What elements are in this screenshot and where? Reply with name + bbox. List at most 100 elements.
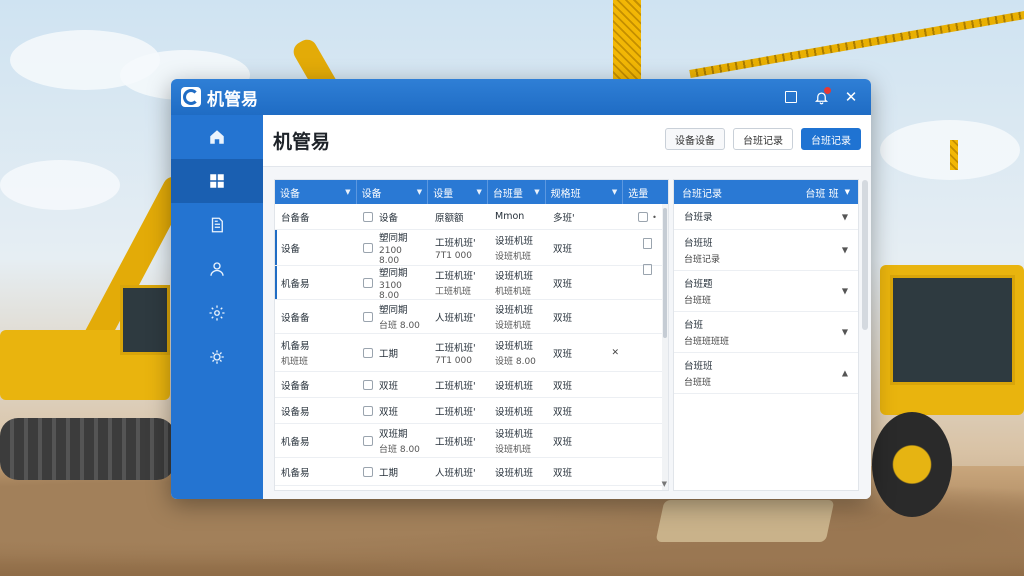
chevron-icon[interactable]: ▼ [842, 328, 848, 337]
page-title: 机管易 [273, 131, 331, 153]
chevron-icon[interactable]: ▼ [842, 212, 848, 221]
table-cell: 塑同期 2100 8.00 [357, 230, 429, 266]
table-cell: 设班机班 [495, 467, 534, 479]
table-cell: 双班 [553, 436, 573, 448]
table-row[interactable]: 设备备 塑同期 台班 8.00 人班机班' 设班机班 设班机班 双班 [275, 300, 668, 334]
table-body: 台备备 设备 原额额 Mmon 多班' 设备 塑同期 2100 8.00 工班机班' 7T1 00… [275, 204, 668, 486]
table-cell: 塑同期 3100 8.00 [357, 266, 429, 301]
sidebar-item-home[interactable] [171, 115, 263, 159]
column-header[interactable]: 设备 ▼ [275, 180, 357, 204]
table-row[interactable]: 机备易 机班班 工期 工班机班' 7T1 000 设班机班 设班 8.00 双班 ✕ [275, 334, 668, 372]
column-header[interactable]: 台班量 ▼ [488, 180, 546, 204]
user-icon [210, 262, 224, 276]
row-checkbox[interactable] [363, 347, 373, 358]
title-bar: 机管易 ✕ [171, 79, 871, 115]
column-header[interactable]: 设备 ▼ [357, 180, 429, 204]
chevron-icon[interactable]: ▼ [842, 246, 848, 255]
sidebar-item-settings[interactable] [171, 291, 263, 335]
row-checkbox[interactable] [363, 311, 373, 322]
shift-records-button[interactable]: 台班记录 [733, 128, 793, 150]
shield-logo-icon [181, 87, 201, 107]
table-cell: 机备易 [281, 278, 310, 290]
table-cell: 设备 [357, 204, 429, 229]
settings-icon [210, 350, 224, 364]
panel-item[interactable]: 台班题 台班班 ▼ [674, 271, 858, 312]
shift-records-primary-button[interactable]: 台班记录 [801, 128, 861, 150]
table-cell: Mmon [495, 211, 525, 222]
row-checkbox[interactable] [363, 435, 373, 446]
sidebar-item-dashboard[interactable] [171, 159, 263, 203]
table-cell: 机备易 [281, 436, 310, 448]
panel-item[interactable]: 台班录 ▼ [674, 204, 858, 230]
column-header[interactable]: 规格班 ▼ [546, 180, 624, 204]
table-cell: 设班机班 设班机班 [495, 305, 534, 331]
shift-records-panel: 台班记录 台班 班 ▼ 台班录 ▼ 台班班 台班记录 ▼ 台班题 台班班 ▼ 台班 台班班班班 ▼ 台班… [673, 179, 868, 491]
scroll-down-icon[interactable]: ▼ [662, 480, 667, 488]
table-row[interactable]: 设备备 双班 工班机班' 设班机班 双班 [275, 372, 668, 398]
table-row[interactable]: 机备易 双班期 台班 8.00 工班机班' 设班机班 设班机班 双班 [275, 424, 668, 458]
table-cell: 多班' [553, 212, 575, 224]
chevron-down-icon: ▼ [534, 188, 540, 196]
table-cell: 工班机班' [435, 436, 476, 448]
table-row[interactable]: 机备易 塑同期 3100 8.00 工班机班' 工班机班 设班机班 机班机班 双班 [275, 266, 668, 301]
table-cell: 设班机班 机班机班 [495, 271, 534, 297]
table-cell: 工班机班' 工班机班 [435, 271, 476, 297]
chevron-icon[interactable]: ▼ [842, 287, 848, 296]
table-cell: 双班 [553, 406, 573, 418]
panel-item[interactable]: 台班 台班班班班 ▼ [674, 312, 858, 353]
sidebar-item-documents[interactable] [171, 203, 263, 247]
table-scrollbar[interactable] [662, 204, 668, 490]
table-row[interactable]: 设备 塑同期 2100 8.00 工班机班' 7T1 000 设班机班 设班机班 双班 [275, 230, 668, 266]
chevron-icon[interactable]: ▲ [842, 369, 848, 378]
table-row[interactable]: 台备备 设备 原额额 Mmon 多班' [275, 204, 668, 230]
panel-item[interactable]: 台班班 台班记录 ▼ [674, 230, 858, 271]
close-icon[interactable]: ✕ [611, 348, 619, 358]
row-checkbox[interactable] [363, 405, 373, 416]
app-name: 机管易 [207, 89, 258, 110]
table-cell: 机备易 [281, 467, 310, 479]
column-header[interactable]: 设量 ▼ [428, 180, 488, 204]
panel-item[interactable]: 台班班 台班班 ▲ [674, 353, 858, 394]
bell-icon[interactable] [809, 85, 833, 109]
table-cell: 双班期 台班 8.00 [357, 424, 429, 457]
table-cell: 原额额 [435, 212, 464, 224]
table-row[interactable]: 机备易 工期 人班机班' 设班机班 双班 [275, 458, 668, 486]
chevron-down-icon: ▼ [844, 188, 850, 196]
table-cell: 双班 [357, 398, 429, 423]
sidebar-item-users[interactable] [171, 247, 263, 291]
equipment-settings-button[interactable]: 设备设备 [665, 128, 725, 150]
panel-filter-dropdown[interactable]: 台班 班 ▼ [805, 185, 850, 200]
table-cell: 设备备 [281, 312, 310, 324]
table-cell: 工班机班' 7T1 000 [435, 237, 476, 261]
sidebar-item-config[interactable] [171, 335, 263, 379]
row-checkbox[interactable] [363, 211, 373, 222]
chevron-down-icon: ▼ [611, 188, 618, 196]
table-cell: 工班机班' [435, 380, 476, 392]
panel-scrollbar[interactable] [862, 180, 868, 330]
table-cell: 设备易 [281, 406, 310, 418]
panel-title: 台班记录 [682, 188, 722, 200]
chevron-down-icon: ▼ [345, 188, 351, 196]
home-icon [210, 130, 224, 144]
column-header[interactable]: 选量 [623, 180, 668, 204]
row-checkbox[interactable] [363, 277, 373, 288]
row-checkbox[interactable] [363, 242, 373, 253]
table-row[interactable]: 设备易 双班 工班机班' 设班机班 双班 [275, 398, 668, 424]
panel-list: 台班录 ▼ 台班班 台班记录 ▼ 台班题 台班班 ▼ 台班 台班班班班 ▼ 台班班 台班班 ▲ [674, 204, 858, 394]
maximize-icon[interactable] [779, 85, 803, 109]
close-icon[interactable]: ✕ [839, 85, 863, 109]
row-checkbox[interactable] [363, 379, 373, 390]
document-icon [211, 217, 223, 233]
table-cell: 设班机班 [495, 380, 534, 392]
table-cell: 工班机班' 7T1 000 [435, 342, 476, 366]
app-window: 机管易 ✕ 机管易 设备设备 台班记录 台班记录 设备 ▼ 设备 ▼ 设量 ▼ … [171, 79, 871, 499]
table-cell: 双班 [553, 467, 573, 479]
row-checkbox[interactable] [363, 466, 373, 477]
table-cell: 工班机班' [435, 406, 476, 418]
chevron-down-icon: ▼ [476, 188, 482, 196]
table-cell: 双班 [553, 243, 573, 255]
table-cell: 双班 [553, 312, 573, 324]
table-cell: 工期 [357, 334, 429, 371]
table-cell: 设备备 [281, 380, 310, 392]
notification-badge [824, 87, 831, 94]
